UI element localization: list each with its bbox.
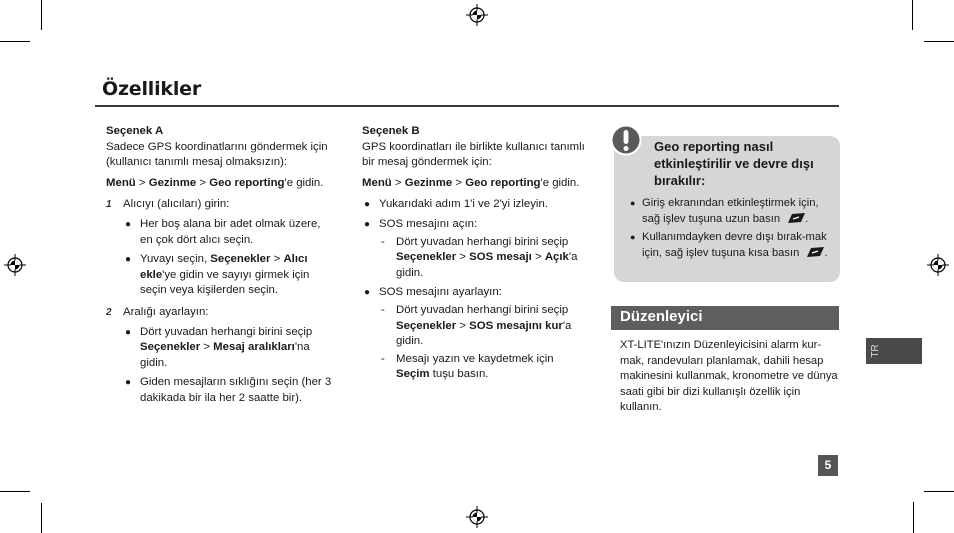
bullet-icon: ●: [364, 287, 371, 299]
bullet-icon: ●: [125, 218, 132, 230]
menu-item: Geo reporting: [465, 176, 541, 189]
dash-icon: -: [381, 352, 385, 365]
dash-icon: -: [381, 303, 385, 316]
bullet-icon: ●: [364, 199, 371, 211]
exclamation-icon: [610, 124, 642, 156]
option-a-heading: Seçenek A: [106, 125, 164, 137]
bullet-item: ● Giden mesajların sıklığını seçin (her …: [125, 376, 332, 404]
crop-mark: [912, 0, 913, 30]
menu-item: Gezinme: [148, 176, 197, 189]
bullet-icon: ●: [630, 232, 636, 242]
bullet-icon: ●: [364, 218, 371, 230]
bullet-icon: ●: [125, 326, 132, 338]
crop-mark: [0, 491, 30, 492]
registration-mark-icon: [927, 254, 949, 276]
step-item: 2 Aralığı ayarlayın:: [106, 305, 334, 321]
menu-item: Geo reporting: [209, 176, 285, 189]
option-b-intro: GPS koordinatları ile birlikte kullanıcı…: [362, 140, 585, 169]
crop-mark: [913, 502, 914, 533]
bullet-item: ● Yukarıdaki adım 1'i ve 2'yi izleyin.: [362, 197, 590, 213]
registration-mark-icon: [4, 254, 26, 276]
bullet-icon: ●: [125, 254, 132, 266]
section-body: XT-LITE'ınızın Düzenleyicisini alarm kur…: [620, 339, 838, 414]
dash-icon: -: [381, 235, 385, 248]
page-number: 5: [824, 458, 832, 472]
bullet-icon: ●: [630, 198, 636, 208]
option-b-menu-path: Menü > Gezinme > Geo reporting'e gidin.: [362, 176, 580, 189]
step-text: Aralığı ayarlayın:: [123, 305, 209, 318]
language-tab-label: TR: [870, 344, 882, 358]
crop-mark: [0, 41, 30, 42]
crop-mark: [41, 0, 42, 30]
page-title: Özellikler: [102, 78, 202, 100]
right-softkey-icon: [807, 246, 825, 257]
bullet-item: ● Her boş alana bir adet olmak üzere, en…: [125, 217, 321, 246]
dash-item: - Mesajı yazın ve kaydetmek için Seçim t…: [381, 352, 554, 381]
registration-mark-icon: [466, 506, 488, 528]
title-divider: [95, 105, 839, 107]
option-a-menu-path: Menü > Gezinme > Geo reporting'e gidin.: [106, 176, 324, 189]
crop-mark: [924, 41, 954, 42]
crop-mark: [924, 491, 954, 492]
bullet-item: ● Yuvayı seçin, Seçenekler > Alıcı ekle'…: [125, 253, 310, 297]
step-item: 1 Alıcıyı (alıcıları) girin:: [106, 197, 334, 213]
option-b-heading: Seçenek B: [362, 125, 420, 137]
bullet-item: ● SOS mesajını ayarlayın:: [362, 285, 590, 301]
right-softkey-icon: [788, 212, 806, 223]
note-list: ● Giriş ekranından etkinleştirmek için, …: [630, 196, 838, 264]
option-a-column: Seçenek A Sadece GPS koordinatlarını gön…: [106, 124, 334, 407]
step-number: 2: [106, 306, 112, 318]
menu-item: Menü: [362, 176, 392, 189]
bullet-item: ● SOS mesajını açın:: [362, 217, 590, 233]
section-title: Düzenleyici: [620, 308, 703, 325]
menu-item: Gezinme: [404, 176, 453, 189]
menu-item: Menü: [106, 176, 136, 189]
step-text: Alıcıyı (alıcıları) girin:: [123, 198, 230, 211]
option-a-intro: Sadece GPS koordinatlarını göndermek içi…: [106, 140, 328, 169]
note-item: ● Giriş ekranından etkinleştirmek için, …: [630, 197, 819, 225]
note-item: ● Kullanımdayken devre dışı bırak-mak iç…: [630, 231, 828, 259]
step-number: 1: [106, 199, 112, 211]
bullet-icon: ●: [125, 377, 132, 389]
note-title: Geo reporting nasıl etkinleştirilir ve d…: [654, 139, 814, 188]
registration-mark-icon: [466, 4, 488, 26]
crop-mark: [41, 503, 42, 533]
dash-item: - Dört yuvadan herhangi birini seçip Seç…: [381, 303, 572, 348]
dash-item: - Dört yuvadan herhangi birini seçip Seç…: [381, 235, 578, 279]
option-b-column: Seçenek B GPS koordinatları ile birlikte…: [362, 124, 590, 383]
bullet-item: ● Dört yuvadan herhangi birini seçip Seç…: [125, 325, 313, 369]
